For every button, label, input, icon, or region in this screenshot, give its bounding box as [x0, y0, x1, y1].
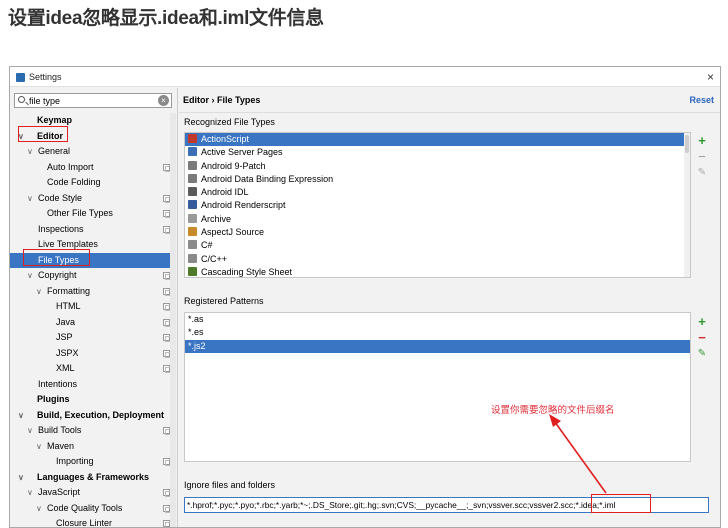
annotation-arrow	[549, 414, 607, 494]
